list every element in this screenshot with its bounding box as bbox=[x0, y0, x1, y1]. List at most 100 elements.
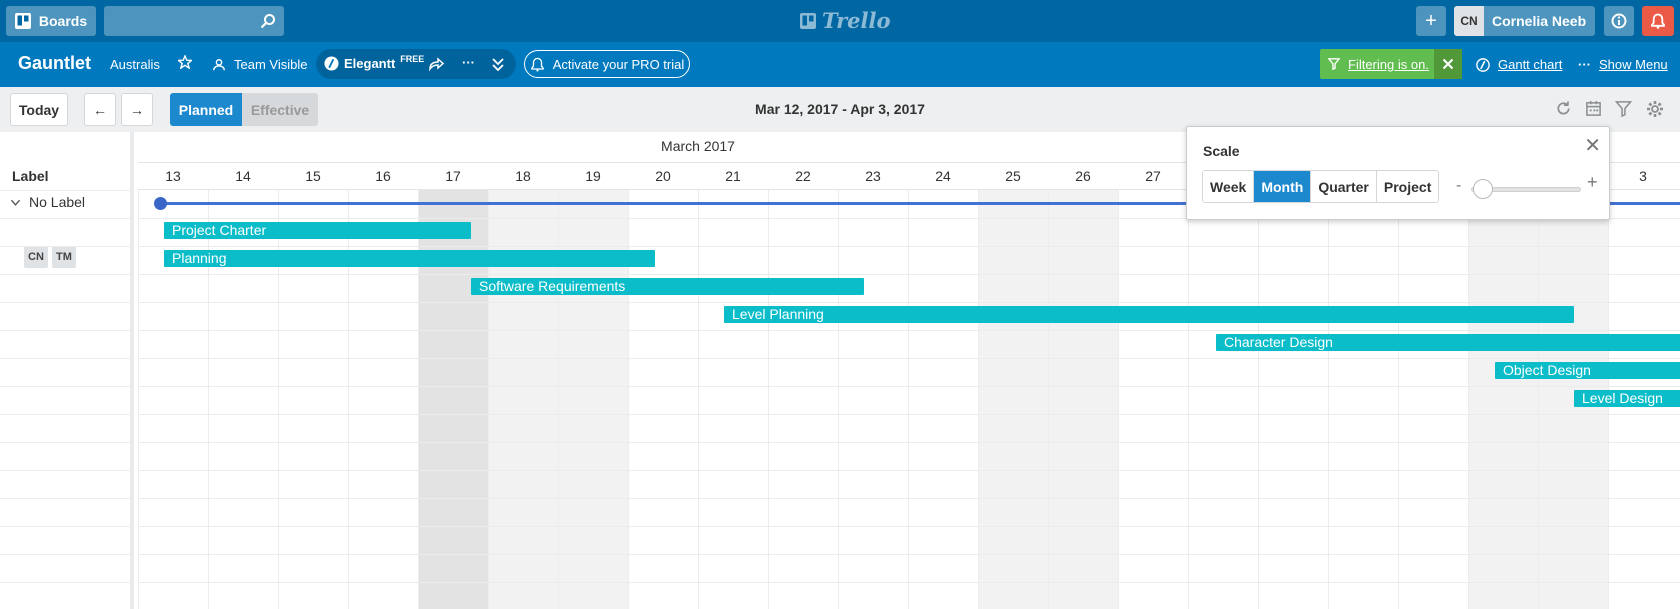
label-column: Label No Label CN TM bbox=[0, 132, 134, 609]
date-range: Mar 12, 2017 - Apr 3, 2017 bbox=[755, 101, 925, 117]
row-divider bbox=[0, 358, 130, 359]
day-column bbox=[1048, 190, 1118, 609]
notifications-button[interactable] bbox=[1642, 6, 1674, 36]
chevron-double-down-icon[interactable] bbox=[491, 55, 505, 73]
gear-icon[interactable] bbox=[1646, 100, 1664, 118]
day-label: 13 bbox=[165, 168, 181, 184]
summary-start-handle[interactable] bbox=[154, 197, 167, 210]
row-divider bbox=[138, 498, 1680, 499]
trello-logo[interactable]: Trello bbox=[800, 8, 891, 33]
board-title[interactable]: Gauntlet bbox=[18, 53, 91, 74]
day-column bbox=[838, 190, 908, 609]
zoom-slider-handle[interactable] bbox=[1473, 179, 1493, 199]
day-column bbox=[1328, 190, 1398, 609]
day-column bbox=[978, 190, 1048, 609]
show-menu-button[interactable]: ··· Show Menu bbox=[1578, 57, 1668, 72]
row-divider bbox=[0, 274, 130, 275]
scale-options: Week Month Quarter Project bbox=[1202, 170, 1440, 203]
boards-label: Boards bbox=[38, 13, 88, 29]
day-column bbox=[698, 190, 768, 609]
zoom-in-button[interactable]: + bbox=[1587, 172, 1598, 193]
scale-option-month[interactable]: Month bbox=[1254, 171, 1312, 202]
row-divider bbox=[138, 274, 1680, 275]
close-icon bbox=[1442, 58, 1454, 70]
group-label: No Label bbox=[29, 194, 86, 210]
info-button[interactable] bbox=[1604, 6, 1634, 36]
add-button[interactable]: + bbox=[1416, 6, 1446, 36]
row-divider bbox=[0, 582, 130, 583]
no-label-group[interactable]: No Label bbox=[10, 194, 85, 210]
row-divider bbox=[138, 246, 1680, 247]
avatar: CN bbox=[1454, 6, 1484, 36]
clear-filter-button[interactable] bbox=[1434, 49, 1462, 79]
row-divider bbox=[0, 498, 130, 499]
search-icon[interactable] bbox=[260, 13, 276, 29]
day-label: 15 bbox=[305, 168, 321, 184]
more-options-icon[interactable]: ··· bbox=[462, 55, 475, 70]
task-bar[interactable]: Software Requirements bbox=[471, 278, 864, 295]
boards-button[interactable]: Boards bbox=[6, 6, 96, 36]
filter-icon[interactable] bbox=[1615, 100, 1632, 117]
task-bar[interactable]: Object Design bbox=[1495, 362, 1680, 379]
visibility-button[interactable]: Team Visible bbox=[212, 57, 307, 72]
row-divider bbox=[0, 442, 130, 443]
task-bar[interactable]: Level Design bbox=[1574, 390, 1680, 407]
row-divider bbox=[0, 386, 130, 387]
chevron-down-icon[interactable] bbox=[10, 197, 21, 208]
filter-status-badge[interactable]: Filtering is on. bbox=[1320, 49, 1462, 79]
row-divider bbox=[138, 330, 1680, 331]
calendar-icon[interactable] bbox=[1585, 100, 1602, 117]
row-divider bbox=[0, 190, 130, 191]
day-label: 23 bbox=[865, 168, 881, 184]
filter-link[interactable]: Filtering is on. bbox=[1328, 57, 1429, 72]
task-bar[interactable]: Character Design bbox=[1216, 334, 1680, 351]
elegantt-icon bbox=[324, 56, 339, 71]
scale-option-project[interactable]: Project bbox=[1376, 171, 1439, 202]
visibility-label: Team Visible bbox=[234, 57, 308, 72]
day-label: 25 bbox=[1005, 168, 1021, 184]
share-icon[interactable] bbox=[427, 55, 445, 73]
day-column bbox=[1188, 190, 1258, 609]
search-input[interactable] bbox=[104, 6, 284, 36]
powerup-tier: FREE bbox=[400, 53, 425, 64]
day-label: 3 bbox=[1639, 168, 1647, 184]
row-divider bbox=[138, 582, 1680, 583]
close-icon[interactable]: ✕ bbox=[1584, 133, 1601, 158]
gantt-chart-label: Gantt chart bbox=[1498, 57, 1563, 72]
assignee-avatar[interactable]: CN bbox=[24, 246, 48, 268]
member-name: Cornelia Neeb bbox=[1492, 13, 1587, 29]
team-name[interactable]: Australis bbox=[110, 57, 160, 72]
row-divider bbox=[138, 442, 1680, 443]
star-button[interactable] bbox=[178, 55, 192, 69]
task-bar[interactable]: Planning bbox=[164, 250, 655, 267]
member-menu-button[interactable]: CN Cornelia Neeb bbox=[1454, 6, 1595, 36]
row-divider bbox=[0, 246, 130, 247]
row-divider bbox=[0, 330, 130, 331]
day-column bbox=[1398, 190, 1468, 609]
bell-icon bbox=[1651, 13, 1665, 29]
gantt-chart-link[interactable]: Gantt chart bbox=[1476, 57, 1562, 72]
scale-option-quarter[interactable]: Quarter bbox=[1311, 171, 1377, 202]
scale-popover: Scale ✕ Week Month Quarter Project - + bbox=[1186, 126, 1610, 220]
zoom-out-button[interactable]: - bbox=[1456, 177, 1461, 195]
top-navigation-bar: Boards Trello + CN Cornelia Neeb bbox=[0, 0, 1680, 42]
row-divider bbox=[138, 554, 1680, 555]
row-divider bbox=[0, 526, 130, 527]
star-icon bbox=[178, 55, 192, 69]
task-bar[interactable]: Level Planning bbox=[724, 306, 1574, 323]
day-label: 16 bbox=[375, 168, 391, 184]
task-bar[interactable]: Project Charter bbox=[164, 222, 471, 239]
more-icon: ··· bbox=[1578, 57, 1591, 72]
refresh-icon[interactable] bbox=[1555, 100, 1572, 117]
row-divider bbox=[0, 554, 130, 555]
scale-option-week[interactable]: Week bbox=[1203, 171, 1255, 202]
label-header: Label bbox=[12, 168, 49, 184]
team-icon bbox=[213, 58, 225, 70]
day-label: 17 bbox=[445, 168, 461, 184]
activate-pro-trial-button[interactable]: Activate your PRO trial bbox=[524, 50, 690, 78]
assignee-avatar[interactable]: TM bbox=[52, 246, 76, 268]
elegantt-button[interactable]: Elegantt FREE bbox=[324, 53, 425, 71]
row-divider bbox=[138, 414, 1680, 415]
row-divider bbox=[0, 414, 130, 415]
powerup-name: Elegantt bbox=[344, 56, 396, 71]
